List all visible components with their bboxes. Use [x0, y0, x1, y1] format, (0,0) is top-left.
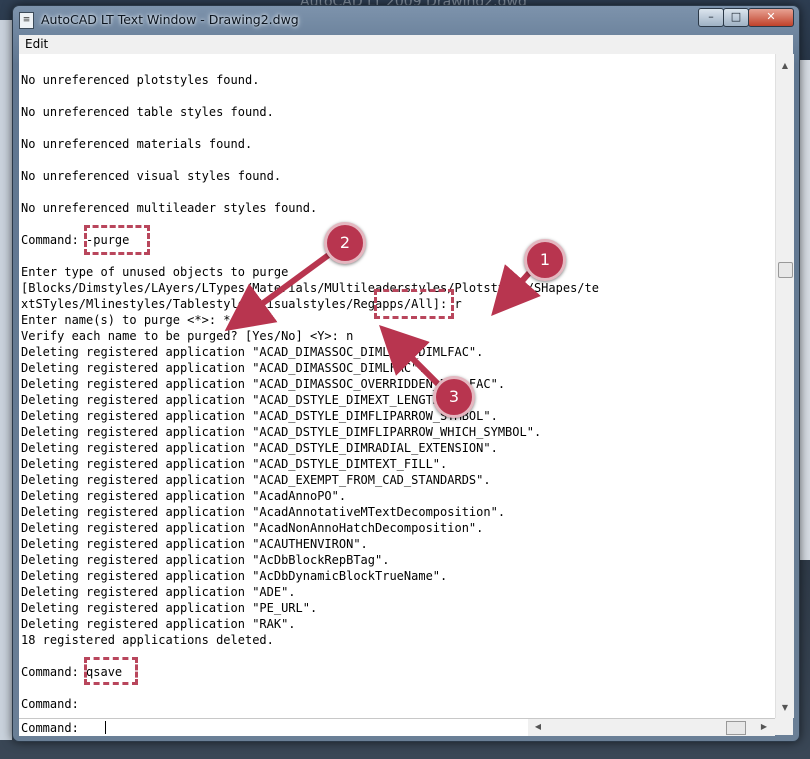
- history-line: Deleting registered application "ACAD_DS…: [21, 425, 542, 439]
- history-line: Deleting registered application "AcadAnn…: [21, 505, 506, 519]
- h-scroll-thumb[interactable]: [726, 721, 746, 735]
- highlight-regapps: [374, 289, 454, 319]
- text-window: ≡ AutoCAD LT Text Window - Drawing2.dwg …: [12, 5, 800, 742]
- history-line: Deleting registered application "ACAD_DS…: [21, 441, 498, 455]
- maximize-button[interactable]: □: [723, 8, 749, 27]
- scroll-down-icon[interactable]: ▼: [779, 702, 791, 714]
- history-line: Deleting registered application "ACAD_DS…: [21, 457, 448, 471]
- window-title: AutoCAD LT Text Window - Drawing2.dwg: [41, 12, 299, 27]
- scroll-corner: [775, 718, 793, 735]
- history-line: Deleting registered application "PE_URL"…: [21, 601, 318, 615]
- history-line: Deleting registered application "AcadNon…: [21, 521, 484, 535]
- history-line: Command:: [21, 697, 79, 711]
- history-line: Enter type of unused objects to purge: [21, 265, 289, 279]
- history-line: Deleting registered application "AcadAnn…: [21, 489, 347, 503]
- menu-bar: Edit: [19, 35, 793, 55]
- history-line: 18 registered applications deleted.: [21, 633, 274, 647]
- history-line: Deleting registered application "ACAUTHE…: [21, 537, 368, 551]
- history-line: Deleting registered application "ACAD_DI…: [21, 361, 426, 375]
- highlight-purge: [84, 225, 150, 255]
- history-line: Deleting registered application "RAK".: [21, 617, 296, 631]
- history-line: Deleting registered application "AcDbDyn…: [21, 569, 448, 583]
- history-line: No unreferenced plotstyles found.: [21, 73, 260, 87]
- text-caret: [105, 721, 106, 734]
- history-line: Enter name(s) to purge <*>: *: [21, 313, 231, 327]
- history-line: Deleting registered application "ACAD_DI…: [21, 345, 484, 359]
- menu-edit[interactable]: Edit: [25, 37, 48, 51]
- command-prompt: Command:: [21, 721, 79, 735]
- history-line: Deleting registered application "ACAD_EX…: [21, 473, 491, 487]
- history-line: No unreferenced multileader styles found…: [21, 201, 318, 215]
- command-history[interactable]: No unreferenced plotstyles found. No unr…: [19, 54, 775, 718]
- scroll-left-icon[interactable]: ◀: [532, 721, 544, 733]
- history-line: Deleting registered application "ACAD_DS…: [21, 393, 455, 407]
- close-button[interactable]: ✕: [748, 8, 794, 27]
- highlight-qsave: [84, 657, 138, 685]
- scroll-right-icon[interactable]: ▶: [758, 721, 770, 733]
- history-line: No unreferenced materials found.: [21, 137, 253, 151]
- horizontal-scrollbar[interactable]: ◀ ▶: [528, 718, 775, 736]
- history-line: Deleting registered application "ACAD_DS…: [21, 409, 498, 423]
- background-left-panel: [0, 20, 12, 740]
- title-bar[interactable]: ≡ AutoCAD LT Text Window - Drawing2.dwg …: [13, 6, 799, 34]
- text-window-icon[interactable]: ≡: [19, 12, 34, 29]
- annotation-badge-3: 3: [433, 376, 475, 418]
- minimize-button[interactable]: –: [698, 8, 724, 27]
- history-line: Deleting registered application "ACAD_DI…: [21, 377, 506, 391]
- history-line: No unreferenced visual styles found.: [21, 169, 282, 183]
- history-line: Deleting registered application "ADE".: [21, 585, 296, 599]
- vertical-scrollbar[interactable]: ▲ ▼: [775, 54, 794, 718]
- history-line: [Blocks/Dimstyles/LAyers/LTypes/Material…: [21, 281, 599, 295]
- history-line: Verify each name to be purged? [Yes/No] …: [21, 329, 354, 343]
- annotation-badge-1: 1: [524, 239, 566, 281]
- scroll-up-icon[interactable]: ▲: [779, 60, 791, 72]
- annotation-badge-2: 2: [324, 222, 366, 264]
- scroll-thumb[interactable]: [778, 262, 793, 278]
- history-line: No unreferenced table styles found.: [21, 105, 274, 119]
- history-line: Deleting registered application "AcDbBlo…: [21, 553, 390, 567]
